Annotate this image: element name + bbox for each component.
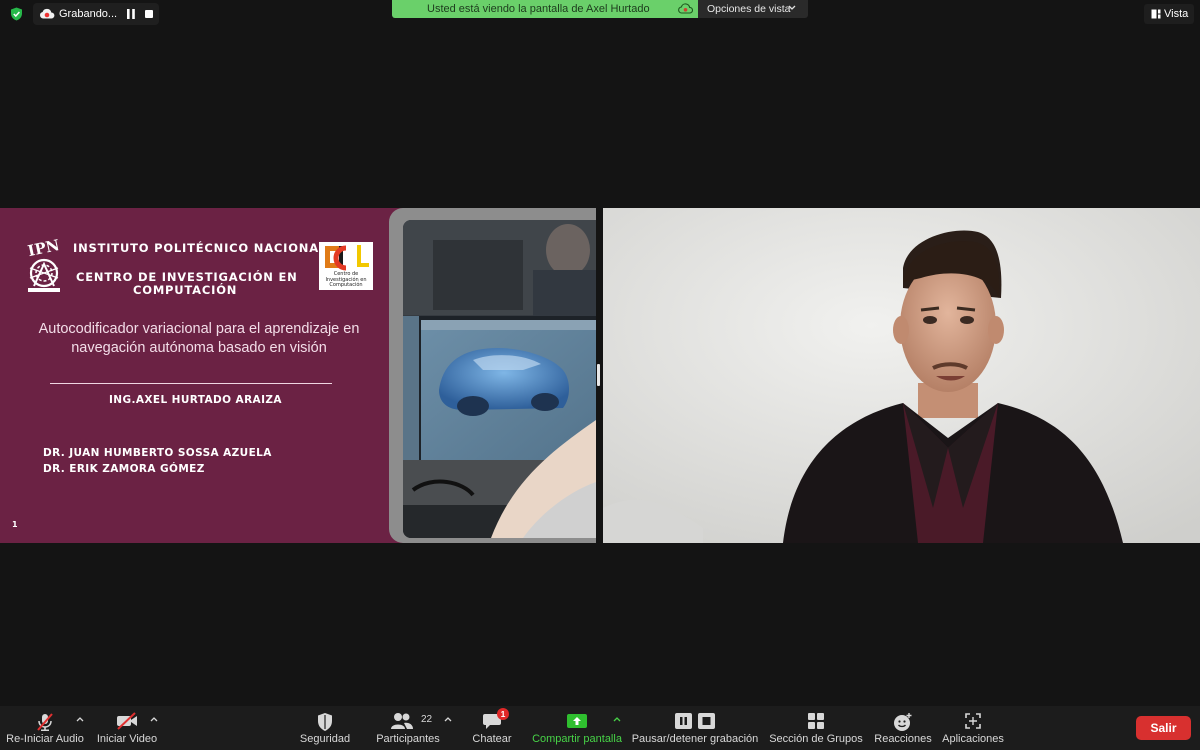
video-button-label: Iniciar Video (96, 733, 158, 745)
video-off-icon (115, 712, 139, 730)
view-button[interactable]: Vista (1144, 4, 1194, 24)
smiley-icon (893, 712, 913, 732)
cloud-icon (678, 3, 693, 14)
audio-button-label: Re-Iniciar Audio (6, 733, 84, 745)
author-name: ING.AXEL HURTADO ARAIZA (109, 394, 282, 406)
reactions-label: Reacciones (874, 733, 932, 745)
cloud-record-icon (39, 8, 55, 19)
share-screen-icon (566, 712, 588, 730)
apps-label: Aplicaciones (942, 733, 1004, 745)
ipn-logo: IPN (24, 238, 64, 294)
shared-screen-slide: IPN INSTITUTO POLITÉCNICO NACIONAL CENTR… (0, 208, 596, 543)
security-button[interactable]: Seguridad (295, 706, 355, 750)
recording-indicator[interactable]: Grabando... (33, 3, 159, 25)
stop-recording-icon[interactable] (145, 10, 153, 18)
participants-button[interactable]: Participantes (372, 706, 444, 750)
breakout-rooms-label: Sección de Grupos (769, 733, 863, 745)
center-name-line1: CENTRO DE INVESTIGACIÓN EN (76, 270, 298, 284)
participants-button-label: Participantes (376, 733, 440, 745)
cic-logo-caption: Centro de Investigación en Computación (325, 271, 367, 288)
leave-meeting-button[interactable]: Salir (1136, 716, 1191, 740)
view-options-dropdown[interactable]: Opciones de vista (698, 0, 808, 18)
audio-options-caret-icon[interactable] (76, 716, 84, 722)
view-button-label: Vista (1164, 8, 1189, 20)
slide-page-number: 1 (12, 520, 18, 529)
pause-stop-recording-button[interactable]: Pausar/detener grabación (632, 706, 758, 750)
chat-button[interactable]: Chatear (465, 706, 520, 750)
pause-stop-recording-label: Pausar/detener grabación (631, 733, 759, 745)
top-bar: Grabando... Usted está viendo la pantall… (0, 0, 1200, 28)
center-name-line2: COMPUTACIÓN (133, 283, 238, 297)
view-layout-icon (1151, 9, 1161, 19)
view-options-label: Opciones de vista (707, 3, 791, 15)
recording-label: Grabando... (59, 8, 118, 20)
security-shield-icon[interactable] (10, 7, 23, 21)
share-screen-button-label: Compartir pantalla (532, 733, 622, 745)
pause-recording-icon[interactable] (127, 9, 135, 19)
pause-stop-icon (674, 712, 716, 730)
advisor-name: DR. JUAN HUMBERTO SOSSA AZUELA (43, 447, 272, 459)
video-options-caret-icon[interactable] (150, 716, 158, 722)
svg-text:IPN: IPN (26, 238, 61, 260)
screen-share-banner: Usted está viendo la pantalla de Axel Hu… (392, 0, 698, 18)
audio-button[interactable]: Re-Iniciar Audio (0, 706, 90, 750)
share-options-caret-icon[interactable] (613, 716, 621, 722)
cic-logo: Centro de Investigación en Computación (319, 242, 373, 290)
presentation-title-line2: navegación autónoma basado en visión (71, 340, 327, 356)
speaker-video (603, 208, 1200, 543)
split-view-divider[interactable] (597, 364, 600, 386)
breakout-rooms-button[interactable]: Sección de Grupos (767, 706, 865, 750)
chat-button-label: Chatear (472, 733, 512, 745)
share-banner-text: Usted está viendo la pantalla de Axel Hu… (427, 3, 650, 15)
car-design-photo (403, 220, 596, 538)
title-divider (50, 383, 332, 384)
breakout-rooms-icon (807, 712, 825, 730)
chevron-down-icon (788, 5, 796, 11)
apps-icon (964, 712, 982, 730)
shield-icon (316, 712, 334, 732)
muted-microphone-icon (35, 712, 55, 732)
share-screen-button[interactable]: Compartir pantalla (530, 706, 625, 750)
reactions-button[interactable]: Reacciones (872, 706, 934, 750)
meeting-toolbar: Re-Iniciar Audio Iniciar Video Seguridad… (0, 706, 1200, 750)
chat-unread-badge: 1 (497, 708, 509, 720)
presentation-title-line1: Autocodificador variacional para el apre… (38, 321, 360, 337)
participants-count: 22 (421, 714, 433, 725)
advisor-name: DR. ERIK ZAMORA GÓMEZ (43, 463, 205, 475)
institute-name: INSTITUTO POLITÉCNICO NACIONAL (73, 241, 328, 255)
participants-options-caret-icon[interactable] (444, 716, 452, 722)
video-button[interactable]: Iniciar Video (92, 706, 162, 750)
security-button-label: Seguridad (299, 733, 351, 745)
participants-icon (390, 712, 414, 730)
apps-button[interactable]: Aplicaciones (940, 706, 1006, 750)
